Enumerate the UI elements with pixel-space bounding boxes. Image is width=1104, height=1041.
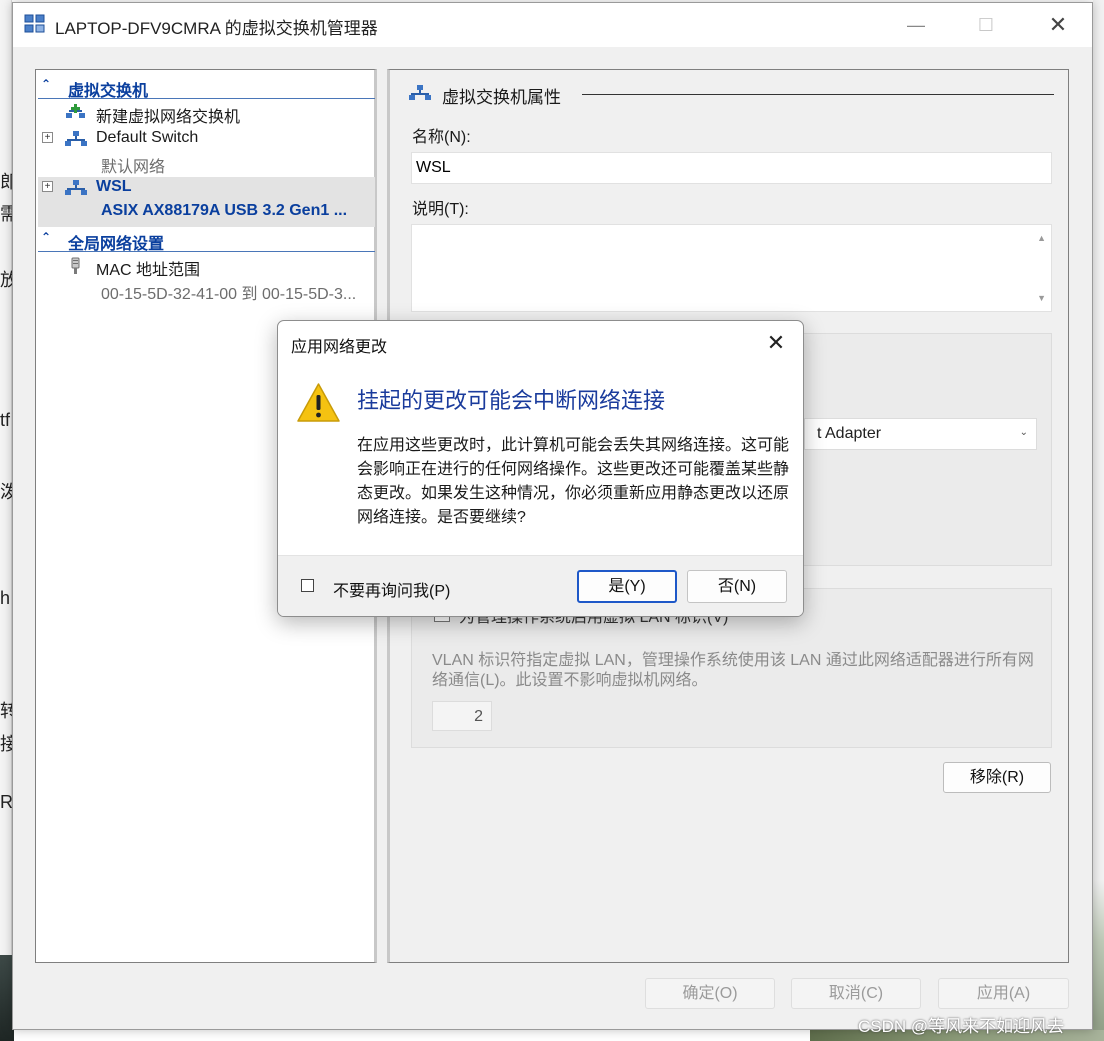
collapse-icon: ⌃ xyxy=(41,230,52,244)
chevron-down-icon: ⌄ xyxy=(1019,427,1028,438)
dialog-message: 在应用这些更改时，此计算机可能会丢失其网络连接。这可能会影响正在进行的任何网络操… xyxy=(357,437,790,526)
dialog-footer: 不要再询问我(P) 是(Y) 否(N) xyxy=(278,555,803,616)
network-switch-icon xyxy=(65,180,87,195)
cancel-button[interactable]: 取消(C) xyxy=(791,978,921,1009)
switch-name-field[interactable] xyxy=(411,152,1052,184)
yes-button[interactable]: 是(Y) xyxy=(577,570,677,603)
tree-item-new-switch[interactable]: 新建虚拟网络交换机 xyxy=(38,102,375,126)
name-label: 名称(N): xyxy=(412,129,471,146)
adapter-value: t Adapter xyxy=(817,425,882,442)
external-adapter-select[interactable]: t Adapter ⌄ xyxy=(804,418,1037,450)
mac-range-label: MAC 地址范围 xyxy=(96,262,201,279)
expand-icon[interactable]: + xyxy=(42,181,53,192)
vlan-id-field[interactable]: 2 xyxy=(432,701,492,731)
tree-item-default-switch[interactable]: + Default Switch 默认网络 xyxy=(38,128,375,176)
section-label: 全局网络设置 xyxy=(68,236,165,253)
notes-scrollbar[interactable]: ▲ ▼ xyxy=(1031,225,1051,311)
network-switch-icon xyxy=(65,131,87,146)
dont-ask-again-label[interactable]: 不要再询问我(P) xyxy=(333,577,450,601)
apply-button[interactable]: 应用(A) xyxy=(938,978,1069,1009)
mac-range-value: 00-15-5D-32-41-00 到 00-15-5D-3... xyxy=(101,286,357,303)
remove-button[interactable]: 移除(R) xyxy=(943,762,1051,793)
watermark: CSDN @等风来不如迎风去 xyxy=(858,1017,1065,1036)
background-text: h xyxy=(0,588,11,608)
header-divider xyxy=(582,94,1054,95)
section-label: 虚拟交换机 xyxy=(68,83,149,100)
properties-header: 虚拟交换机属性 xyxy=(408,82,1054,107)
tree-item-wsl[interactable]: + WSL ASIX AX88179A USB 3.2 Gen1 ... xyxy=(38,177,375,227)
tree-item-mac-range[interactable]: MAC 地址范围 00-15-5D-32-41-00 到 00-15-5D-3.… xyxy=(38,255,375,303)
dialog-close-button[interactable]: ✕ xyxy=(756,328,796,358)
expand-icon[interactable]: + xyxy=(42,132,53,143)
no-button[interactable]: 否(N) xyxy=(687,570,787,603)
ok-button[interactable]: 确定(O) xyxy=(645,978,775,1009)
close-button[interactable]: ✕ xyxy=(1035,3,1081,47)
background-window-edge: 郎 需 放 tf 泼 h 转 接 R xyxy=(0,0,18,1041)
virtual-switch-manager-icon xyxy=(24,14,45,33)
window-title: LAPTOP-DFV9CMRA 的虚拟交换机管理器 xyxy=(55,19,378,38)
switch-subtitle: ASIX AX88179A USB 3.2 Gen1 ... xyxy=(101,202,348,219)
add-network-switch-icon xyxy=(66,104,85,118)
maximize-button[interactable]: ☐ xyxy=(963,3,1009,47)
minimize-icon: — xyxy=(907,14,925,35)
dialog-title: 应用网络更改 xyxy=(291,339,388,356)
network-switch-icon xyxy=(409,85,431,100)
apply-network-changes-dialog: 应用网络更改 ✕ 挂起的更改可能会中断网络连接 在应用这些更改时，此计算机可能会… xyxy=(277,320,804,617)
section-virtual-switches[interactable]: ⌃ 虚拟交换机 xyxy=(38,74,375,100)
title-bar[interactable]: LAPTOP-DFV9CMRA 的虚拟交换机管理器 — ☐ ✕ xyxy=(13,3,1092,47)
scroll-down-icon[interactable]: ▼ xyxy=(1037,293,1046,303)
maximize-icon: ☐ xyxy=(977,14,995,35)
notes-label: 说明(T): xyxy=(412,201,469,218)
switch-name: Default Switch xyxy=(96,129,199,146)
vlan-description: VLAN 标识符指定虚拟 LAN，管理操作系统使用该 LAN 通过此网络适配器进… xyxy=(432,652,1034,689)
dialog-heading: 挂起的更改可能会中断网络连接 xyxy=(357,388,666,413)
plug-icon xyxy=(71,257,80,274)
scroll-up-icon[interactable]: ▲ xyxy=(1037,233,1046,243)
section-global-network-settings[interactable]: ⌃ 全局网络设置 xyxy=(38,227,375,253)
properties-title: 虚拟交换机属性 xyxy=(442,88,561,107)
collapse-icon: ⌃ xyxy=(41,77,52,91)
tree-item-label: 新建虚拟网络交换机 xyxy=(96,109,241,126)
warning-icon xyxy=(297,383,340,422)
background-text: tf xyxy=(0,410,11,430)
desktop-wallpaper xyxy=(1093,0,1104,1041)
close-icon: ✕ xyxy=(766,330,786,355)
switch-subtitle: 默认网络 xyxy=(101,159,166,176)
minimize-button[interactable]: — xyxy=(893,3,939,47)
switch-notes-field[interactable]: ▲ ▼ xyxy=(411,224,1052,312)
close-icon: ✕ xyxy=(1048,12,1068,37)
switch-name: WSL xyxy=(96,178,132,195)
dont-ask-again-checkbox[interactable] xyxy=(301,579,314,592)
